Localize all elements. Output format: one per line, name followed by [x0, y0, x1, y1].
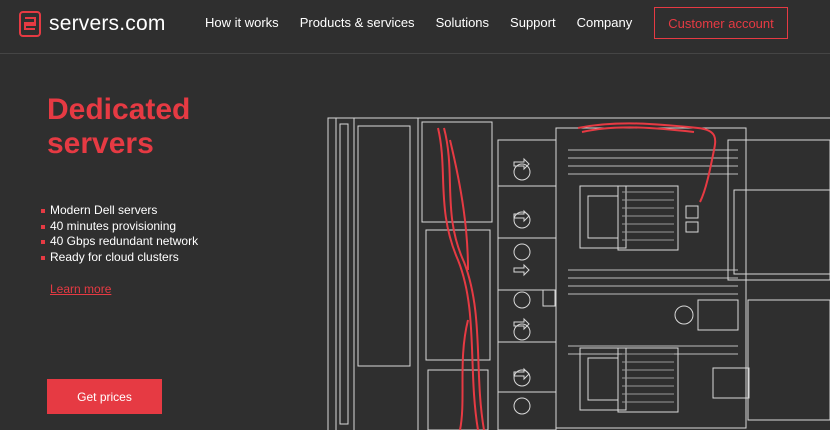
- servers-logo-icon: [19, 11, 41, 37]
- feature-item: 40 minutes provisioning: [41, 219, 198, 235]
- nav-solutions[interactable]: Solutions: [436, 15, 489, 31]
- feature-item: 40 Gbps redundant network: [41, 234, 198, 250]
- hero-title-line1: Dedicated: [47, 93, 191, 126]
- logo-text: servers.com: [49, 12, 166, 35]
- feature-item: Modern Dell servers: [41, 203, 198, 219]
- nav-how-it-works[interactable]: How it works: [205, 15, 279, 31]
- hero-title: Dedicated servers: [47, 93, 267, 161]
- site-header: servers.com How it works Products & serv…: [0, 0, 830, 54]
- hero-title-line2: servers: [47, 127, 154, 160]
- learn-more-link[interactable]: Learn more: [50, 282, 111, 296]
- nav-company[interactable]: Company: [577, 15, 633, 31]
- customer-account-button[interactable]: Customer account: [654, 7, 788, 39]
- main-nav: How it works Products & services Solutio…: [205, 15, 632, 31]
- logo[interactable]: servers.com: [19, 11, 166, 37]
- server-motherboard-illustration: [327, 117, 830, 430]
- feature-list: Modern Dell servers 40 minutes provision…: [41, 203, 198, 265]
- get-prices-button[interactable]: Get prices: [47, 379, 162, 414]
- feature-item: Ready for cloud clusters: [41, 250, 198, 266]
- nav-products-services[interactable]: Products & services: [300, 15, 415, 31]
- nav-support[interactable]: Support: [510, 15, 556, 31]
